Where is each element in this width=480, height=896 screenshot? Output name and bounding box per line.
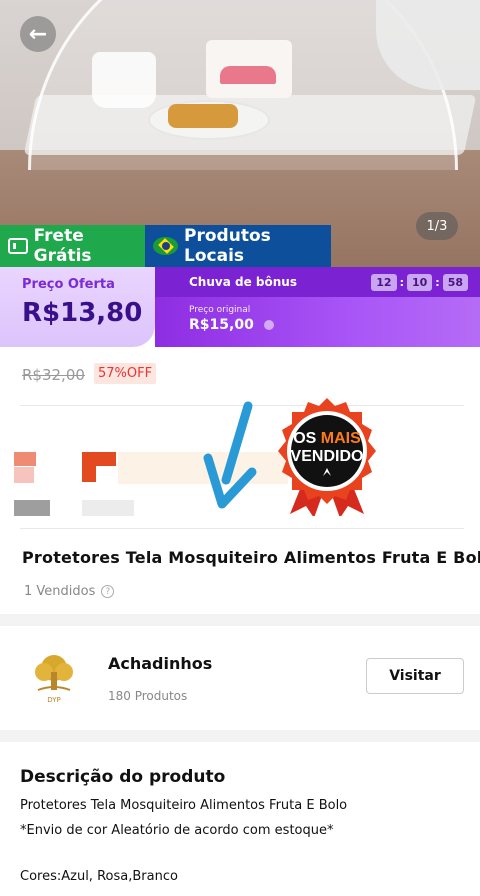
offer-price-label: Preço Oferta: [22, 277, 115, 292]
info-icon[interactable]: ?: [101, 585, 115, 598]
local-products-badge: Produtos Locais: [145, 225, 331, 267]
offer-price-box: Preço Oferta R$13,80: [0, 267, 155, 347]
timer-minutes: 10: [406, 273, 433, 291]
section-gap: [0, 614, 480, 626]
section-gap: [0, 730, 480, 742]
seal-line2: VENDIDO: [290, 448, 364, 465]
product-title: Protetores Tela Mosquiteiro Alimentos Fr…: [22, 548, 480, 567]
bonus-promo-panel: Chuva de bônus 12 : 10 : 58 Preço origin…: [155, 267, 480, 347]
cup: [92, 52, 156, 108]
back-arrow-icon[interactable]: ←: [20, 16, 56, 52]
local-products-label: Produtos Locais: [184, 226, 271, 266]
badge-row: Frete Grátis Produtos Locais: [0, 225, 331, 267]
original-price-label: Preço original: [189, 305, 251, 315]
shop-name[interactable]: Achadinhos: [108, 654, 212, 673]
sold-count: 1 Vendidos ?: [24, 584, 115, 599]
food: [168, 104, 238, 128]
banner-block: [82, 452, 116, 482]
promo-title: Chuva de bônus: [189, 275, 297, 289]
old-price: R$32,00: [22, 366, 85, 384]
shop-product-count: 180 Produtos: [108, 689, 188, 703]
brazil-flag-icon: [153, 237, 179, 255]
visit-shop-button[interactable]: Visitar: [366, 658, 464, 694]
seal-line1-b: MAIS: [320, 430, 361, 447]
banner-block: [14, 467, 34, 483]
banner-block: [82, 500, 134, 516]
best-seller-seal-text: OS MAIS VENDIDO: [272, 430, 382, 466]
banner-block: [14, 452, 36, 466]
shop-logo-text: DYP: [47, 696, 61, 704]
minus-icon: [263, 320, 274, 330]
original-price-value: R$15,00: [189, 317, 254, 333]
description-line: Cores:Azul, Rosa,Branco: [20, 869, 178, 884]
description-line: Protetores Tela Mosquiteiro Alimentos Fr…: [20, 798, 348, 813]
shipping-icon: [8, 238, 28, 254]
shop-logo[interactable]: DYP: [26, 650, 82, 706]
cake: [206, 40, 292, 98]
image-pager: 1/3: [416, 212, 458, 240]
banner-block: [14, 500, 50, 516]
offer-price-value: R$13,80: [22, 298, 143, 328]
description-line: *Envio de cor Aleatório de acordo com es…: [20, 823, 334, 838]
countdown-timer: 12 : 10 : 58: [371, 273, 468, 291]
divider: [20, 528, 464, 529]
description-title: Descrição do produto: [20, 767, 226, 787]
free-shipping-badge: Frete Grátis: [0, 225, 145, 267]
down-arrow-icon: [203, 401, 257, 509]
seal-line1-a: OS: [293, 430, 317, 447]
timer-hours: 12: [371, 273, 397, 291]
discount-badge: 57%OFF: [94, 363, 157, 384]
free-shipping-label: Frete Grátis: [33, 226, 92, 266]
timer-seconds: 58: [442, 273, 468, 291]
sold-count-label: 1 Vendidos: [24, 584, 96, 599]
